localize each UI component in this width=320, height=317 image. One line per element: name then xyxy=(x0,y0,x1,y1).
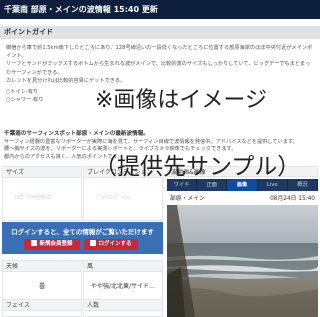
user-icon xyxy=(31,240,38,246)
login-label: ログインする xyxy=(98,241,132,247)
weather-value: 曇 xyxy=(38,283,45,290)
camera-timestamp: 08月24日 15:40 xyxy=(270,196,315,202)
page-title: 千葉南 部原・メインの波情報 15:40 更新 xyxy=(4,5,158,14)
key-icon xyxy=(90,240,97,246)
sample-image-notice: ※画像はイメージ xyxy=(95,88,267,113)
guide-line: リーフとサンドがミックスするボトムから生まれる波がメインで、比較的波のサイズもし… xyxy=(6,61,311,76)
face-cell: フェイス xyxy=(2,299,82,317)
beach-photo xyxy=(167,205,318,317)
size-value: ﾊｲｸﾞﾗﾌﾊｲﾗｲﾄﾋｴ xyxy=(15,195,51,201)
weather-label: 天候 xyxy=(3,261,81,272)
point-guide-heading: ポイントガイド xyxy=(0,26,320,39)
size-label: サイズ xyxy=(3,167,81,178)
size-cell: サイズ ﾊｲｸﾞﾗﾌﾊｲﾗｲﾄﾋｴ xyxy=(2,166,82,221)
page-header: 千葉南 部原・メインの波情報 15:40 更新 xyxy=(0,0,320,19)
description-line: サーフィン経験の豊富なリポーターが実際に海を見て、サーフィン目線で波情報を発信中… xyxy=(4,138,298,145)
wind-value: やや強/北北東/サイド… xyxy=(90,283,156,290)
break-value: ﾌﾞﾚｲｸｺﾝﾃﾞｨｼｮﾝ xyxy=(96,195,132,201)
sample-source-notice: （提供先サンプル） xyxy=(94,154,301,180)
point-guide-title: ポイントガイド xyxy=(4,28,53,36)
register-button[interactable]: 新規会員登録 xyxy=(24,239,80,250)
guide-line: 御宿から車で約1.5km南下したところにあり、128号線沿いの一段低くなったとこ… xyxy=(6,45,313,60)
login-button[interactable]: ログインする xyxy=(84,239,138,250)
crowd-label: 人数 xyxy=(84,300,162,311)
camera-info: 部原・メイン 08月24日 15:40 xyxy=(167,193,318,205)
register-label: 新規会員登録 xyxy=(39,241,73,247)
login-message: ログインすると、全ての情報がご覧いただけます xyxy=(11,228,154,236)
description-title: 千葉南のサーフィンスポット部原・メインの最新波情報。 xyxy=(4,131,149,137)
crowd-cell: 人数 xyxy=(83,299,163,317)
weather-cell: 天候 曇 xyxy=(2,260,82,300)
camera-name: 部原・メイン xyxy=(170,196,205,202)
wind-cell: 風 やや強/北北東/サイド… xyxy=(83,260,163,300)
face-label: フェイス xyxy=(3,300,81,311)
login-prompt: ログインすると、全ての情報がご覧いただけます 新規会員登録 ログインする xyxy=(2,222,163,254)
surf-camera-image[interactable] xyxy=(167,205,318,317)
wind-label: 風 xyxy=(84,261,162,272)
